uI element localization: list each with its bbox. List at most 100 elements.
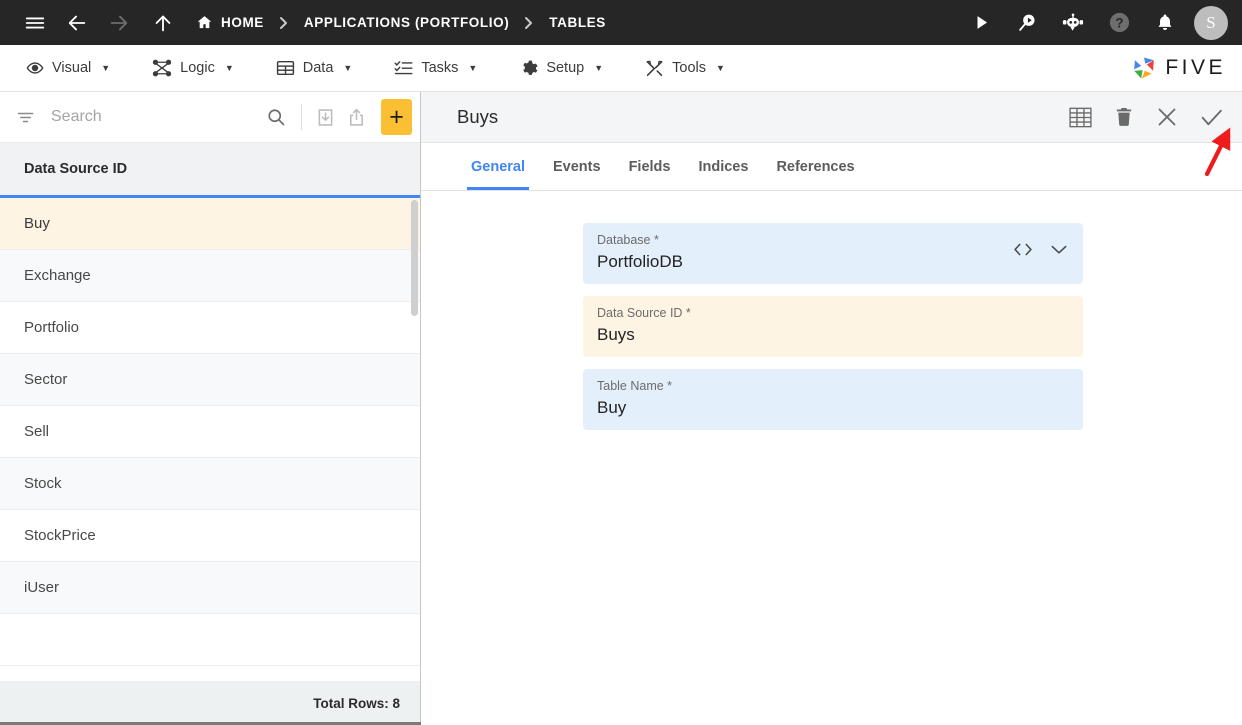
bell-icon[interactable] — [1148, 6, 1182, 40]
list-item-stock[interactable]: Stock — [0, 458, 420, 510]
data-source-list: Data Source ID Buy Exchange Portfolio Se… — [0, 143, 420, 725]
list-item-sector[interactable]: Sector — [0, 354, 420, 406]
database-field-icons — [1013, 242, 1069, 262]
application-window: HOME APPLICATIONS (PORTFOLIO) TABLES ? S… — [0, 0, 1242, 725]
help-icon[interactable]: ? — [1102, 6, 1136, 40]
export-icon[interactable] — [344, 101, 369, 133]
list-item-stockprice[interactable]: StockPrice — [0, 510, 420, 562]
list-item-label: Exchange — [24, 267, 91, 284]
home-icon — [196, 14, 213, 31]
list-item-portfolio[interactable]: Portfolio — [0, 302, 420, 354]
tab-label: Fields — [628, 158, 671, 175]
menu-setup-label: Setup — [546, 60, 585, 76]
column-header-data-source-id[interactable]: Data Source ID — [0, 143, 420, 198]
run-icon[interactable] — [964, 6, 998, 40]
chevron-down-icon: ▼ — [224, 63, 234, 73]
list-item-label: Buy — [24, 215, 50, 232]
detail-header: Buys — [421, 92, 1242, 143]
list-item-sell[interactable]: Sell — [0, 406, 420, 458]
search-input[interactable] — [45, 108, 258, 126]
hamburger-menu-icon[interactable] — [18, 6, 52, 40]
list-item-label: Sector — [24, 371, 68, 388]
breadcrumb: HOME APPLICATIONS (PORTFOLIO) TABLES — [196, 14, 606, 31]
user-avatar[interactable]: S — [1194, 5, 1228, 40]
filter-icon[interactable] — [12, 104, 39, 131]
breadcrumb-applications-label: APPLICATIONS (PORTFOLIO) — [303, 15, 510, 30]
page-title: Buys — [457, 106, 499, 127]
tab-events[interactable]: Events — [539, 143, 615, 190]
add-button[interactable]: + — [381, 99, 413, 135]
breadcrumb-home-label: HOME — [221, 15, 264, 30]
eye-icon — [26, 59, 44, 77]
list-footer-total-rows: Total Rows: 8 — [0, 681, 420, 725]
five-logo: FIVE — [1130, 54, 1226, 82]
svg-text:?: ? — [1115, 15, 1123, 30]
breadcrumb-item-tables[interactable]: TABLES — [549, 15, 606, 30]
tab-label: Events — [553, 158, 601, 175]
tab-fields[interactable]: Fields — [615, 143, 685, 190]
table-name-field-value: Buy — [597, 398, 627, 418]
up-arrow-icon[interactable] — [146, 6, 180, 40]
close-icon[interactable] — [1155, 105, 1179, 129]
grid-table-icon[interactable] — [1068, 105, 1093, 130]
menu-tools[interactable]: Tools ▼ — [635, 53, 735, 84]
robot-chat-icon[interactable] — [1056, 6, 1090, 40]
chevron-down-icon: ▼ — [343, 63, 353, 73]
detail-header-actions — [1068, 105, 1224, 130]
menu-setup[interactable]: Setup ▼ — [509, 53, 613, 84]
list-item-buy[interactable]: Buy — [0, 198, 420, 250]
code-brackets-icon[interactable] — [1013, 242, 1033, 262]
toolbar-divider — [300, 104, 302, 130]
list-rows-container: Buy Exchange Portfolio Sector Sell Stock… — [0, 198, 420, 681]
chevron-down-icon[interactable] — [1049, 242, 1069, 262]
tab-references[interactable]: References — [762, 143, 868, 190]
breadcrumb-separator-1 — [278, 15, 290, 31]
search-icon[interactable] — [264, 101, 289, 133]
menu-tools-label: Tools — [672, 60, 706, 76]
list-scrollbar[interactable] — [411, 200, 418, 316]
chevron-down-icon: ▼ — [594, 63, 604, 73]
logo-text: FIVE — [1165, 56, 1226, 79]
list-item-exchange[interactable]: Exchange — [0, 250, 420, 302]
menu-visual[interactable]: Visual ▼ — [16, 53, 120, 83]
chevron-down-icon: ▼ — [468, 63, 478, 73]
breadcrumb-item-applications[interactable]: APPLICATIONS (PORTFOLIO) — [304, 15, 509, 30]
list-item-label: iUser — [24, 579, 60, 596]
breadcrumb-tables-label: TABLES — [549, 15, 606, 30]
list-item-label: Sell — [24, 423, 50, 440]
logic-nodes-icon — [152, 59, 172, 77]
top-navigation-bar: HOME APPLICATIONS (PORTFOLIO) TABLES ? S — [0, 0, 1242, 49]
table-name-field[interactable]: Table Name * Buy — [583, 369, 1083, 431]
general-form: Database * PortfolioDB Data Source ID * … — [421, 191, 1242, 725]
delete-icon[interactable] — [1113, 106, 1135, 128]
menu-visual-label: Visual — [52, 60, 92, 76]
record-detail-panel: Buys General Events Fields Indices Refer… — [421, 92, 1242, 725]
menu-data[interactable]: Data ▼ — [266, 53, 363, 83]
tab-indices[interactable]: Indices — [684, 143, 762, 190]
data-source-id-field-label: Data Source ID * — [597, 306, 691, 321]
tab-label: References — [776, 158, 855, 175]
breadcrumb-item-home[interactable]: HOME — [196, 14, 264, 31]
menu-tasks[interactable]: Tasks ▼ — [384, 53, 487, 83]
tab-general[interactable]: General — [457, 143, 539, 190]
data-source-list-panel: + Data Source ID Buy Exchange Portfolio … — [0, 92, 421, 725]
list-item-label: Portfolio — [24, 319, 80, 336]
save-check-icon[interactable] — [1199, 105, 1224, 130]
import-icon[interactable] — [314, 101, 339, 133]
chevron-down-icon: ▼ — [101, 63, 111, 73]
list-item-iuser[interactable]: iUser — [0, 562, 420, 614]
list-empty-row — [0, 614, 420, 666]
forward-arrow-icon[interactable] — [102, 6, 136, 40]
data-source-id-field[interactable]: Data Source ID * Buys — [583, 296, 1083, 358]
task-list-icon — [394, 59, 413, 77]
gear-icon — [519, 59, 538, 78]
back-arrow-icon[interactable] — [60, 6, 94, 40]
menu-logic-label: Logic — [180, 60, 215, 76]
search-run-icon[interactable] — [1010, 6, 1044, 40]
avatar-letter: S — [1206, 12, 1216, 32]
list-search-toolbar: + — [0, 92, 420, 143]
tab-label: Indices — [698, 158, 749, 175]
breadcrumb-separator-2 — [523, 15, 535, 31]
database-field[interactable]: Database * PortfolioDB — [583, 223, 1083, 285]
menu-logic[interactable]: Logic ▼ — [142, 53, 244, 83]
